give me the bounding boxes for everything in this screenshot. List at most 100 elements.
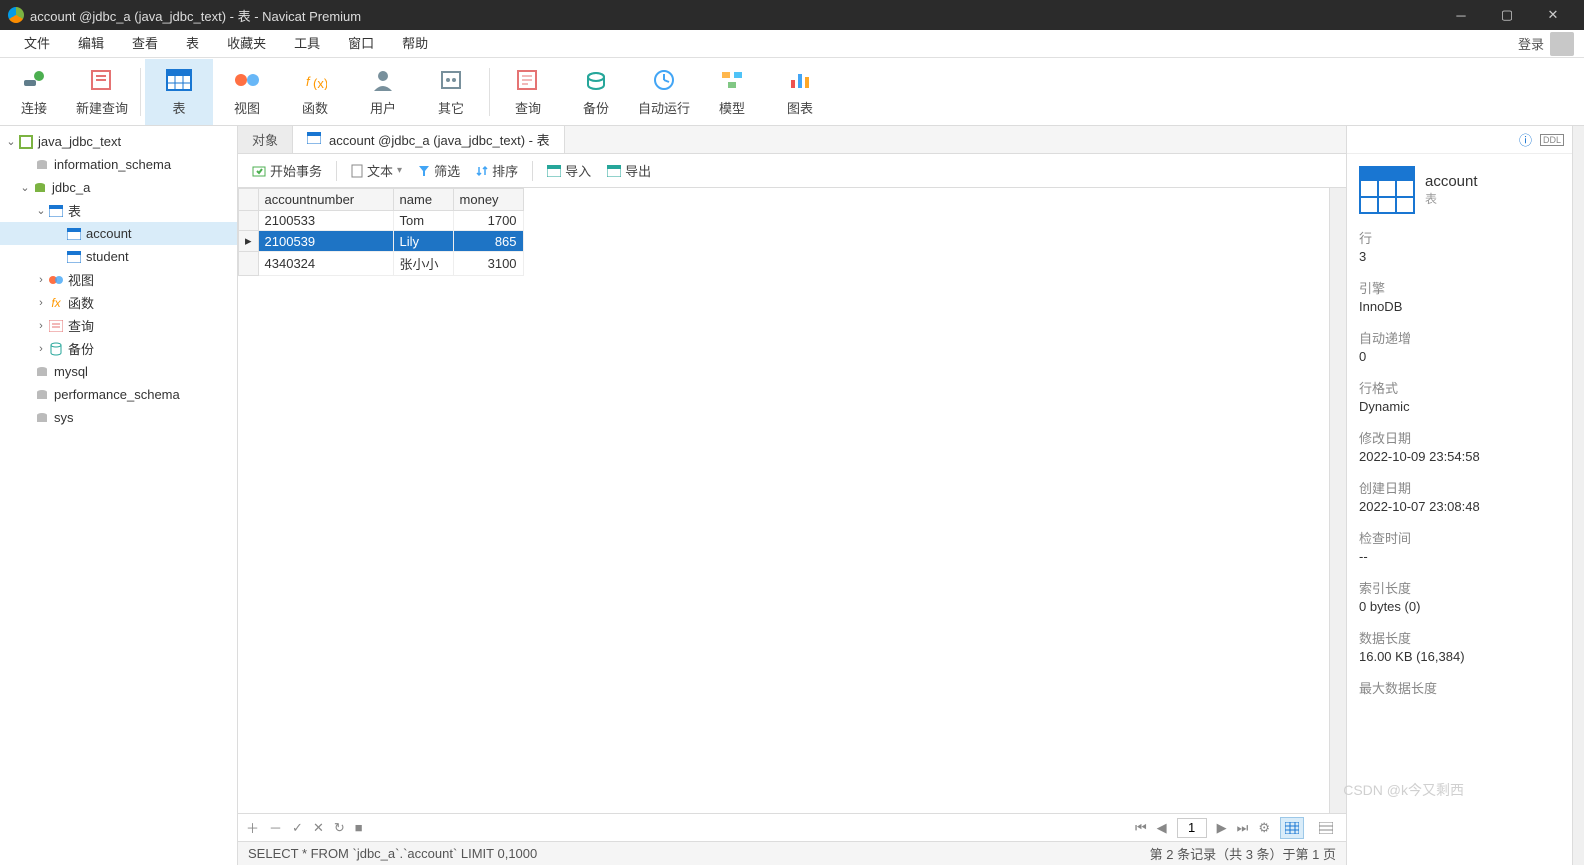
tree-label: 表 xyxy=(68,201,81,220)
menu-tools[interactable]: 工具 xyxy=(280,30,334,58)
tree-tables-folder[interactable]: ⌄表 xyxy=(0,199,237,222)
filter-button[interactable]: 筛选 xyxy=(412,159,466,182)
close-button[interactable]: ✕ xyxy=(1530,0,1576,30)
tree-label: student xyxy=(86,249,129,264)
cell[interactable]: 2100539 xyxy=(258,231,393,252)
avatar-icon[interactable] xyxy=(1550,32,1574,56)
props-table-type: 表 xyxy=(1425,190,1478,207)
ribbon-function[interactable]: f(x)函数 xyxy=(281,59,349,125)
table-row[interactable]: 2100533Tom1700 xyxy=(239,211,524,231)
tree-label: 备份 xyxy=(68,339,94,358)
last-page-button[interactable]: ⏭ xyxy=(1237,820,1249,836)
maximize-button[interactable]: ▢ xyxy=(1484,0,1530,30)
menu-favorites[interactable]: 收藏夹 xyxy=(213,30,280,58)
delete-row-button[interactable]: － xyxy=(269,818,282,837)
tree-views-folder[interactable]: ›视图 xyxy=(0,268,237,291)
menu-file[interactable]: 文件 xyxy=(10,30,64,58)
menu-table[interactable]: 表 xyxy=(172,30,213,58)
form-view-button[interactable] xyxy=(1314,817,1338,839)
page-input[interactable] xyxy=(1177,818,1207,838)
svg-text:f: f xyxy=(306,74,311,89)
tree-db-perf[interactable]: performance_schema xyxy=(0,383,237,406)
info-icon[interactable]: ⓘ xyxy=(1519,130,1532,149)
table-icon xyxy=(307,132,323,148)
cell[interactable]: 张小小 xyxy=(393,252,453,276)
minimize-button[interactable]: ─ xyxy=(1438,0,1484,30)
stop-button[interactable]: ■ xyxy=(355,820,363,835)
ribbon-query[interactable]: 查询 xyxy=(494,59,562,125)
apply-button[interactable]: ✓ xyxy=(292,820,303,836)
cell[interactable]: Tom xyxy=(393,211,453,231)
text-button[interactable]: 文本▾ xyxy=(345,159,408,182)
ribbon-backup[interactable]: 备份 xyxy=(562,59,630,125)
ribbon-other[interactable]: 其它 xyxy=(417,59,485,125)
ribbon-user[interactable]: 用户 xyxy=(349,59,417,125)
tree-connection[interactable]: ⌄java_jdbc_text xyxy=(0,130,237,153)
property-label: 行格式 xyxy=(1359,378,1560,397)
import-button[interactable]: 导入 xyxy=(541,159,597,182)
table-large-icon xyxy=(1359,166,1415,214)
menu-window[interactable]: 窗口 xyxy=(334,30,388,58)
props-scrollbar[interactable] xyxy=(1572,126,1584,865)
table-row[interactable]: 4340324张小小3100 xyxy=(239,252,524,276)
tree-table-student[interactable]: student xyxy=(0,245,237,268)
menu-edit[interactable]: 编辑 xyxy=(64,30,118,58)
property-value: 0 bytes (0) xyxy=(1359,599,1560,614)
cell[interactable]: 4340324 xyxy=(258,252,393,276)
refresh-button[interactable]: ↻ xyxy=(334,820,345,836)
tab-objects[interactable]: 对象 xyxy=(238,126,293,153)
connection-tree[interactable]: ⌄java_jdbc_text information_schema ⌄jdbc… xyxy=(0,126,238,865)
ribbon-new-query[interactable]: 新建查询 xyxy=(68,59,136,125)
add-row-button[interactable]: ＋ xyxy=(246,818,259,837)
tree-functions-folder[interactable]: ›fx函数 xyxy=(0,291,237,314)
export-button[interactable]: 导出 xyxy=(601,159,657,182)
grid-view-button[interactable] xyxy=(1280,817,1304,839)
sort-button[interactable]: 排序 xyxy=(470,159,524,182)
column-header[interactable]: money xyxy=(453,189,523,211)
ribbon-model[interactable]: 模型 xyxy=(698,59,766,125)
tree-db-jdbca[interactable]: ⌄jdbc_a xyxy=(0,176,237,199)
ribbon-automation[interactable]: 自动运行 xyxy=(630,59,698,125)
property-item: 行3 xyxy=(1359,228,1560,264)
data-grid[interactable]: accountnumbernamemoney2100533Tom1700▸210… xyxy=(238,188,1329,813)
tab-current[interactable]: account @jdbc_a (java_jdbc_text) - 表 xyxy=(293,126,565,153)
ribbon-view[interactable]: 视图 xyxy=(213,59,281,125)
property-value: 0 xyxy=(1359,349,1560,364)
ribbon-chart[interactable]: 图表 xyxy=(766,59,834,125)
tree-db-mysql[interactable]: mysql xyxy=(0,360,237,383)
prev-page-button[interactable]: ◀ xyxy=(1157,820,1167,836)
property-value: 2022-10-07 23:08:48 xyxy=(1359,499,1560,514)
tree-queries-folder[interactable]: ›查询 xyxy=(0,314,237,337)
row-header-corner xyxy=(239,189,259,211)
ribbon-table[interactable]: 表 xyxy=(145,59,213,125)
table-row[interactable]: ▸2100539Lily865 xyxy=(239,231,524,252)
column-header[interactable]: accountnumber xyxy=(258,189,393,211)
props-table-name: account xyxy=(1425,173,1478,190)
svg-text:(x): (x) xyxy=(313,76,327,90)
ddl-icon[interactable]: DDL xyxy=(1540,134,1564,146)
tree-db-infoschema[interactable]: information_schema xyxy=(0,153,237,176)
cancel-button[interactable]: ✕ xyxy=(313,820,324,836)
tree-backups-folder[interactable]: ›备份 xyxy=(0,337,237,360)
grid-scrollbar[interactable] xyxy=(1329,188,1346,813)
cell[interactable]: 2100533 xyxy=(258,211,393,231)
tree-db-sys[interactable]: sys xyxy=(0,406,237,429)
cell[interactable]: 1700 xyxy=(453,211,523,231)
next-page-button[interactable]: ▶ xyxy=(1217,820,1227,836)
cell[interactable]: Lily xyxy=(393,231,453,252)
column-header[interactable]: name xyxy=(393,189,453,211)
begin-transaction-button[interactable]: 开始事务 xyxy=(246,159,328,182)
menu-view[interactable]: 查看 xyxy=(118,30,172,58)
settings-icon[interactable]: ⚙ xyxy=(1258,820,1270,836)
tree-table-account[interactable]: account xyxy=(0,222,237,245)
cell[interactable]: 3100 xyxy=(453,252,523,276)
menu-help[interactable]: 帮助 xyxy=(388,30,442,58)
cell[interactable]: 865 xyxy=(453,231,523,252)
property-label: 数据长度 xyxy=(1359,628,1560,647)
login-link[interactable]: 登录 xyxy=(1518,34,1544,53)
first-page-button[interactable]: ⏮ xyxy=(1135,820,1147,836)
property-label: 行 xyxy=(1359,228,1560,247)
ribbon-connect[interactable]: 连接 xyxy=(0,59,68,125)
tabs: 对象 account @jdbc_a (java_jdbc_text) - 表 xyxy=(238,126,1346,154)
properties-panel: ⓘ DDL account 表 行3引擎InnoDB自动递增0行格式Dynami… xyxy=(1346,126,1572,865)
